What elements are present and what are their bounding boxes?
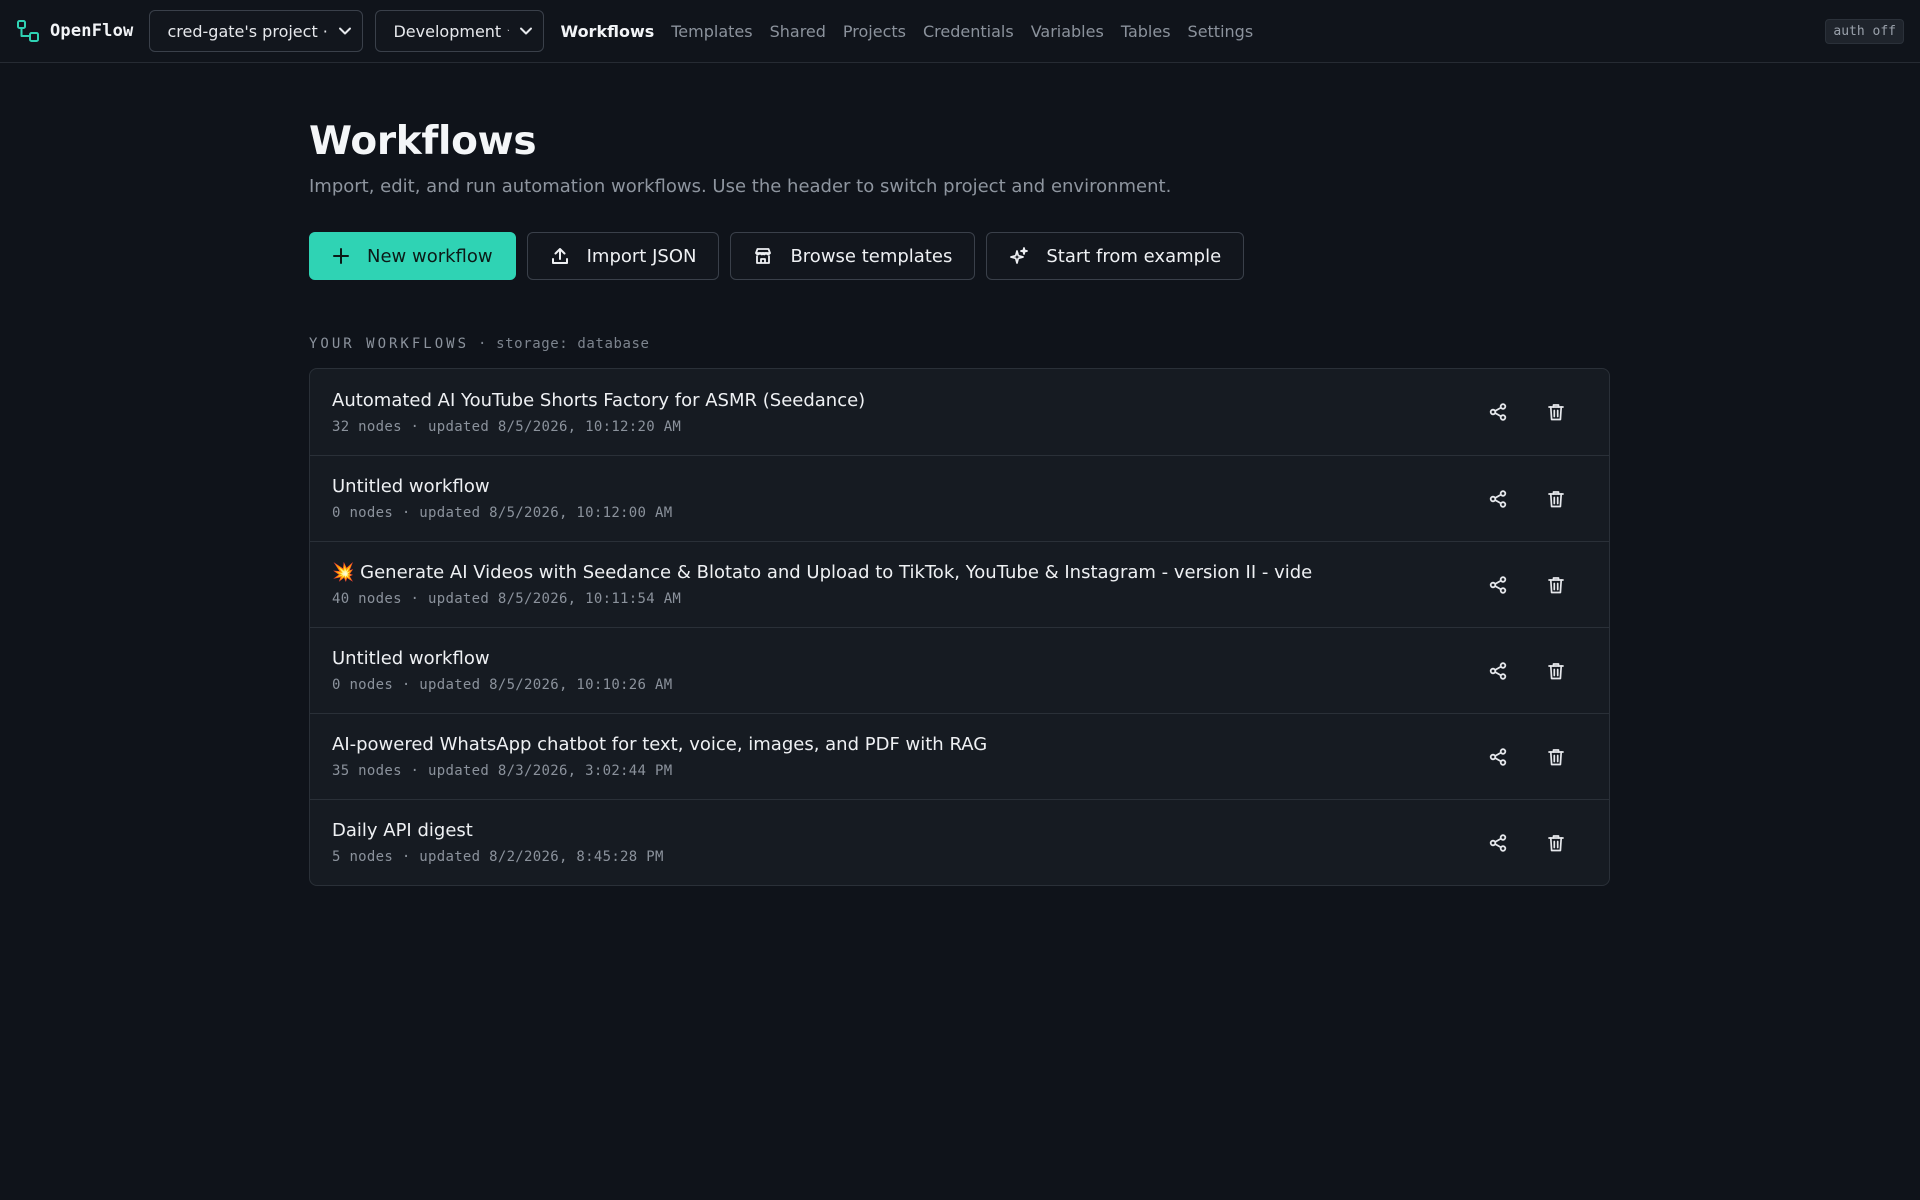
sparkles-icon	[1009, 246, 1029, 266]
workflow-info: Untitled workflow 0 nodes · updated 8/5/2…	[332, 648, 1487, 693]
environment-select-value: Development ★	[393, 21, 510, 41]
nav-tables[interactable]: Tables	[1121, 22, 1171, 41]
nodes-logo-icon	[16, 19, 40, 43]
nav-shared[interactable]: Shared	[770, 22, 826, 41]
trash-icon[interactable]	[1545, 488, 1567, 510]
browse-templates-label: Browse templates	[790, 245, 953, 267]
share-icon[interactable]	[1487, 574, 1509, 596]
workflow-title[interactable]: Untitled workflow	[332, 476, 1487, 497]
environment-select[interactable]: Development ★	[375, 10, 545, 52]
browse-templates-button[interactable]: Browse templates	[730, 232, 976, 280]
workflow-row-actions	[1487, 832, 1567, 854]
nav-variables[interactable]: Variables	[1031, 22, 1104, 41]
section-title: YOUR WORKFLOWS	[309, 336, 470, 352]
workflow-row-actions	[1487, 660, 1567, 682]
share-icon[interactable]	[1487, 488, 1509, 510]
share-icon[interactable]	[1487, 832, 1509, 854]
workflow-row-actions	[1487, 401, 1567, 423]
workflow-meta: 0 nodes · updated 8/5/2026, 10:12:00 AM	[332, 505, 673, 521]
new-workflow-label: New workflow	[367, 245, 493, 267]
workflow-row[interactable]: Daily API digest 5 nodes · updated 8/2/20…	[310, 799, 1609, 885]
new-workflow-button[interactable]: New workflow	[309, 232, 516, 280]
project-select-value: cred-gate's project · pe	[167, 21, 328, 41]
workflow-meta: 40 nodes · updated 8/5/2026, 10:11:54 AM	[332, 591, 682, 607]
workflow-row-actions	[1487, 488, 1567, 510]
workflow-list: Automated AI YouTube Shorts Factory for …	[309, 368, 1610, 886]
upload-icon	[550, 246, 570, 266]
start-from-example-button[interactable]: Start from example	[986, 232, 1245, 280]
workflow-meta: 5 nodes · updated 8/2/2026, 8:45:28 PM	[332, 849, 664, 865]
nav-workflows[interactable]: Workflows	[560, 22, 654, 41]
workflow-title[interactable]: Automated AI YouTube Shorts Factory for …	[332, 390, 1487, 411]
workflow-info: 💥 Generate AI Videos with Seedance & Blo…	[332, 562, 1487, 607]
import-json-label: Import JSON	[586, 245, 697, 267]
nav-templates[interactable]: Templates	[671, 22, 752, 41]
brand-name: OpenFlow	[50, 21, 134, 41]
main-nav: Workflows Templates Shared Projects Cred…	[560, 22, 1253, 41]
start-from-example-label: Start from example	[1046, 245, 1222, 267]
action-bar: New workflow Import JSON Browse template…	[309, 232, 1610, 280]
workflow-title[interactable]: Daily API digest	[332, 820, 1487, 841]
workflows-section-label: YOUR WORKFLOWS · storage: database	[309, 336, 1610, 352]
trash-icon[interactable]	[1545, 574, 1567, 596]
workflow-row[interactable]: Untitled workflow 0 nodes · updated 8/5/2…	[310, 627, 1609, 713]
page-title: Workflows	[309, 119, 537, 164]
workflow-title[interactable]: Untitled workflow	[332, 648, 1487, 669]
workflow-row[interactable]: 💥 Generate AI Videos with Seedance & Blo…	[310, 541, 1609, 627]
workflow-row[interactable]: Untitled workflow 0 nodes · updated 8/5/2…	[310, 455, 1609, 541]
trash-icon[interactable]	[1545, 401, 1567, 423]
workflow-row[interactable]: Automated AI YouTube Shorts Factory for …	[310, 369, 1609, 455]
share-icon[interactable]	[1487, 660, 1509, 682]
trash-icon[interactable]	[1545, 832, 1567, 854]
trash-icon[interactable]	[1545, 746, 1567, 768]
workflow-row-actions	[1487, 574, 1567, 596]
share-icon[interactable]	[1487, 401, 1509, 423]
workflow-meta: 35 nodes · updated 8/3/2026, 3:02:44 PM	[332, 763, 673, 779]
workflow-info: Automated AI YouTube Shorts Factory for …	[332, 390, 1487, 435]
project-select[interactable]: cred-gate's project · pe	[149, 10, 364, 52]
workflow-meta: 0 nodes · updated 8/5/2026, 10:10:26 AM	[332, 677, 673, 693]
nav-projects[interactable]: Projects	[843, 22, 906, 41]
plus-icon	[332, 247, 350, 265]
workflow-row-actions	[1487, 746, 1567, 768]
top-header: OpenFlow cred-gate's project · pe Develo…	[0, 0, 1920, 63]
workflow-row[interactable]: AI-powered WhatsApp chatbot for text, vo…	[310, 713, 1609, 799]
workflow-meta: 32 nodes · updated 8/5/2026, 10:12:20 AM	[332, 418, 682, 435]
workflow-info: Untitled workflow 0 nodes · updated 8/5/2…	[332, 476, 1487, 521]
chevron-down-icon	[338, 24, 352, 38]
nav-credentials[interactable]: Credentials	[923, 22, 1014, 41]
page-subtitle: Import, edit, and run automation workflo…	[309, 176, 1172, 197]
chevron-down-icon	[519, 24, 533, 38]
workflow-title[interactable]: 💥 Generate AI Videos with Seedance & Blo…	[332, 562, 1487, 583]
main-content: Workflows Import, edit, and run automati…	[309, 63, 1610, 886]
brand[interactable]: OpenFlow	[16, 19, 133, 43]
storage-meta: · storage: database	[469, 336, 650, 352]
workflow-info: AI-powered WhatsApp chatbot for text, vo…	[332, 734, 1487, 779]
share-icon[interactable]	[1487, 746, 1509, 768]
auth-status-badge: auth off	[1825, 18, 1904, 44]
nav-settings[interactable]: Settings	[1188, 22, 1254, 41]
workflow-info: Daily API digest 5 nodes · updated 8/2/20…	[332, 820, 1487, 865]
store-icon	[753, 246, 773, 266]
workflow-title[interactable]: AI-powered WhatsApp chatbot for text, vo…	[332, 734, 1487, 755]
trash-icon[interactable]	[1545, 660, 1567, 682]
import-json-button[interactable]: Import JSON	[526, 232, 720, 280]
